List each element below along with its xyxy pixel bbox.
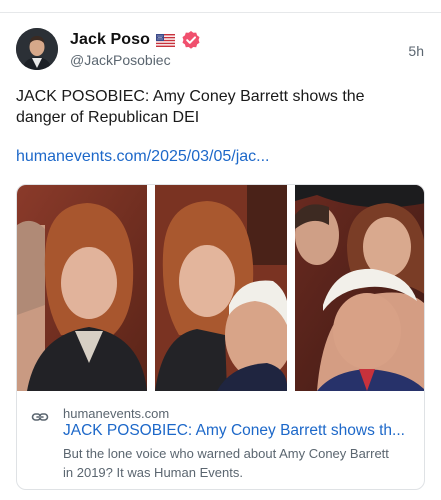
avatar[interactable] — [16, 28, 58, 70]
author-name-row: Jack Poso — [70, 30, 201, 50]
post-timestamp[interactable]: 5h — [408, 43, 424, 59]
link-icon — [31, 408, 49, 426]
author-handle[interactable]: @JackPosobiec — [70, 52, 171, 68]
post-text: JACK POSOBIEC: Amy Coney Barrett shows t… — [16, 88, 365, 126]
link-card-description: But the lone voice who warned about Amy … — [63, 446, 389, 480]
verified-badge-icon — [181, 30, 201, 50]
link-preview-card[interactable]: humanevents.com JACK POSOBIEC: Amy Coney… — [16, 184, 425, 490]
author-name[interactable]: Jack Poso — [70, 31, 150, 49]
link-card-domain: humanevents.com — [63, 406, 170, 421]
top-divider — [0, 12, 441, 13]
link-preview-meta[interactable]: humanevents.com JACK POSOBIEC: Amy Coney… — [17, 391, 424, 489]
link-card-title[interactable]: JACK POSOBIEC: Amy Coney Barrett shows t… — [63, 422, 413, 440]
link-preview-image — [17, 185, 424, 391]
us-flag-icon — [156, 33, 176, 47]
post-link[interactable]: humanevents.com/2025/03/05/jac... — [16, 148, 270, 166]
